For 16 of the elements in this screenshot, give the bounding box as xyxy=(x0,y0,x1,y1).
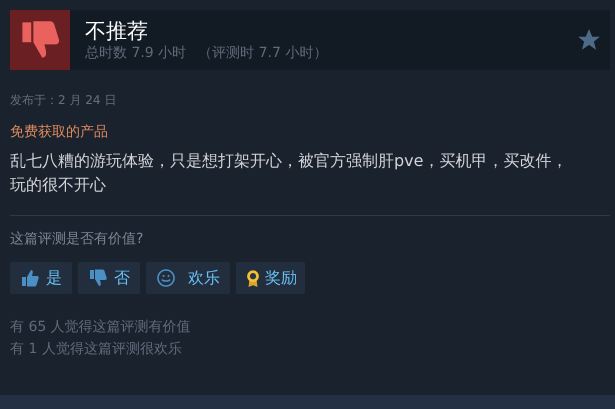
free-product-label: 免费获取的产品 xyxy=(10,123,109,141)
smiley-icon xyxy=(156,268,176,288)
thumbs-up-icon xyxy=(20,268,40,288)
helpful-prompt: 这篇评测是否有价值? xyxy=(10,230,144,248)
review-text: 乱七八糟的游玩体验，只是想打架开心，被官方强制肝pve，买机甲，买改件，玩的很不开心 xyxy=(10,150,568,196)
review-playtime-text: （评测时 7.7 小时） xyxy=(198,44,328,62)
helpful-count-text: 有 1 人觉得这篇评测很欢乐 xyxy=(10,340,183,359)
vote-button[interactable]: 否 xyxy=(78,262,140,294)
verdict-title: 不推荐 xyxy=(85,18,149,44)
posted-date: 发布于：2 月 24 日 xyxy=(10,92,118,109)
thumbs-down-icon xyxy=(88,268,108,288)
helpful-count-text: 有 65 人觉得这篇评测有价值 xyxy=(10,318,192,337)
playtime-text: 总时数 7.9 小时 xyxy=(85,44,186,62)
vote-button[interactable]: 奖励 xyxy=(236,262,305,294)
vote-button[interactable]: 是 xyxy=(10,262,72,294)
vote-button[interactable]: 欢乐 xyxy=(146,262,230,294)
